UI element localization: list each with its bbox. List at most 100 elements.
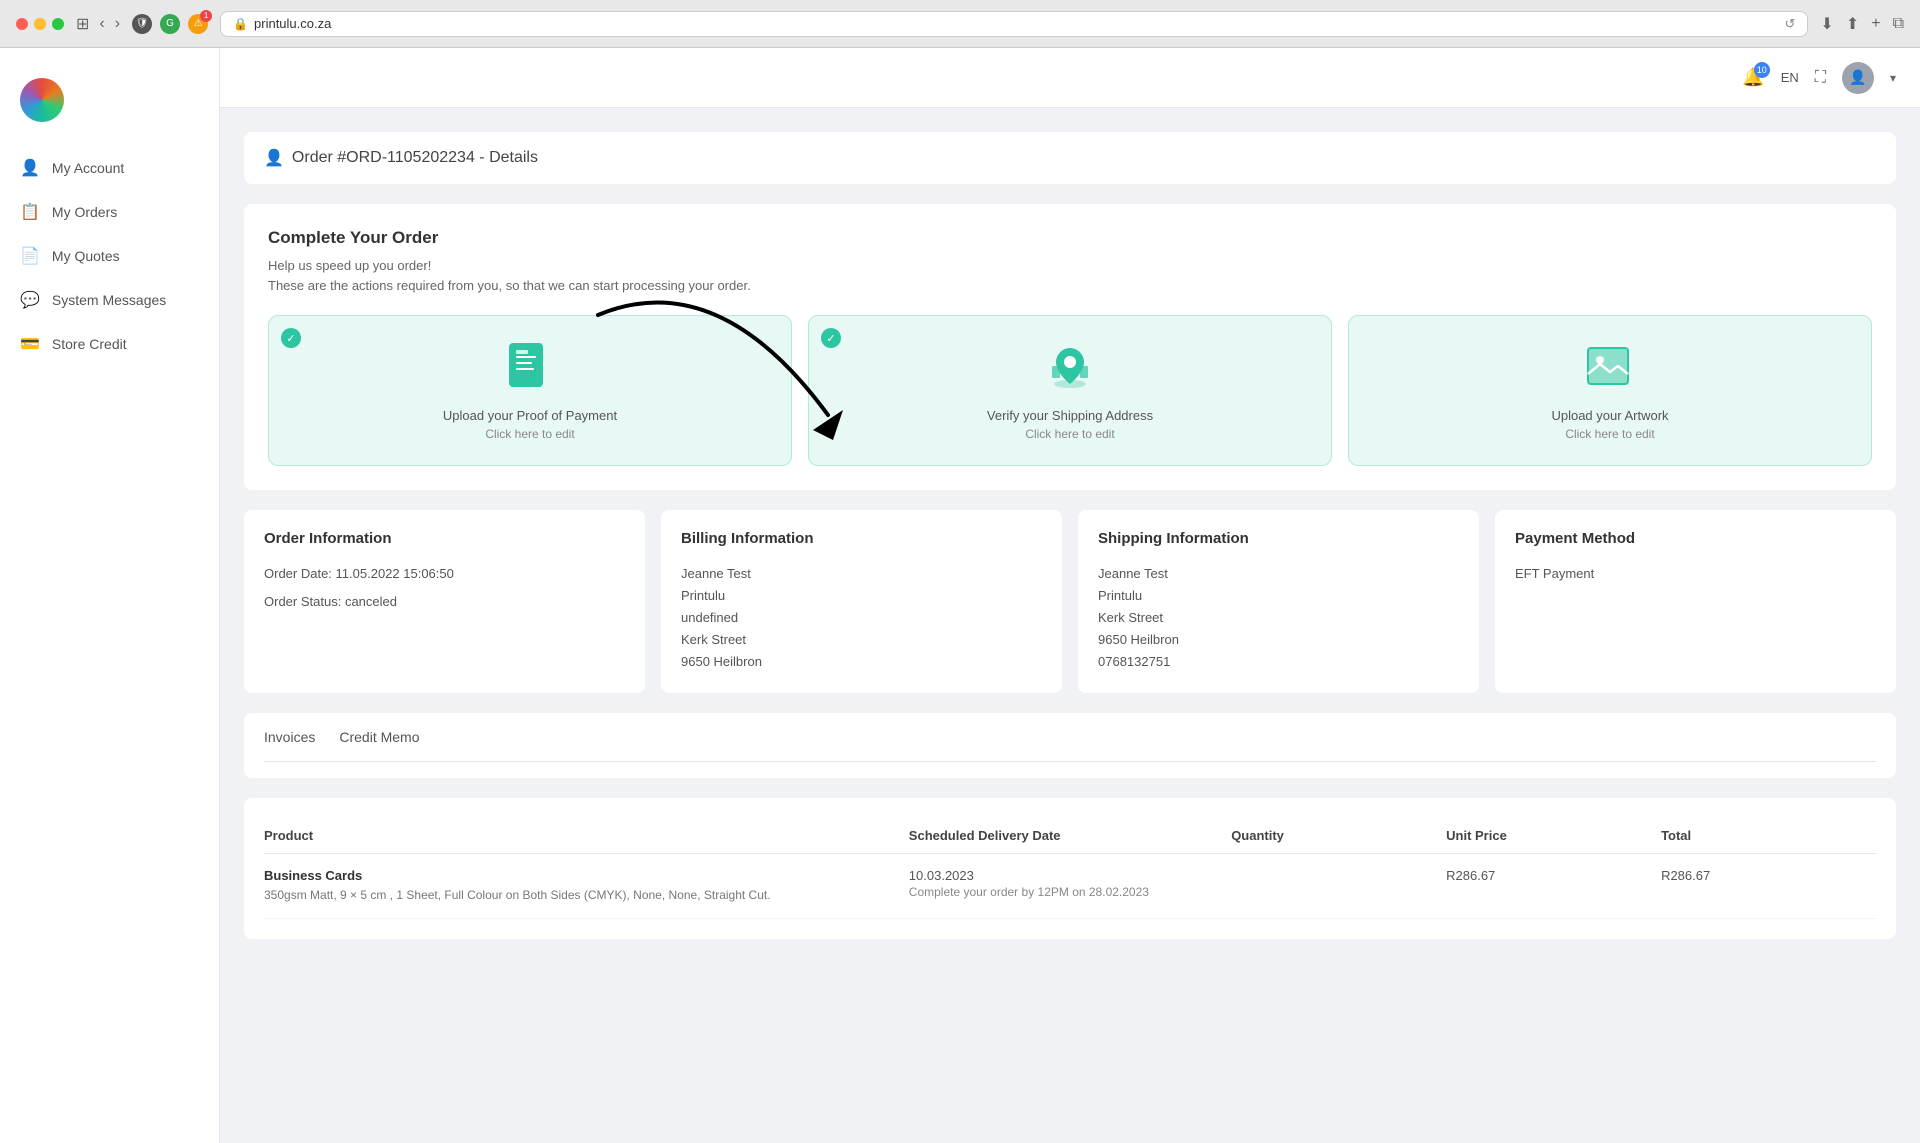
browser-nav-icons: ⊞ ‹ › [76,14,120,34]
back-icon[interactable]: ‹ [99,15,104,33]
shipping-name: Jeanne Test [1098,563,1459,585]
sidebar-item-label-messages: System Messages [52,292,166,308]
table-header: Product Scheduled Delivery Date Quantity… [264,818,1876,854]
row-total-cell: R286.67 [1661,868,1876,904]
shipping-city: 9650 Heilbron [1098,629,1459,651]
browser-chrome: ⊞ ‹ › 🛡 G ⚠ 1 🔒 printulu.co.za ↺ ⬇ ⬆ + ⧉ [0,0,1920,48]
extension-g-icon: G [160,14,180,34]
messages-icon: 💬 [20,290,40,310]
action-cards: ✓ Upload your Proof of Payment Click her [268,315,1872,466]
page-header: 👤 Order #ORD-1105202234 - Details [244,132,1896,184]
address-bar[interactable]: 🔒 printulu.co.za ↺ [220,11,1808,37]
proof-payment-icon [502,340,558,396]
check-icon-1: ✓ [281,328,301,348]
product-desc: 350gsm Matt, 9 × 5 cm , 1 Sheet, Full Co… [264,887,909,904]
extension-warning-icon: ⚠ 1 [188,14,208,34]
traffic-lights [16,18,64,30]
notification-bell[interactable]: 🔔 10 [1742,67,1764,88]
row-quantity-cell [1231,868,1446,904]
maximize-button[interactable] [52,18,64,30]
action-sublabel-1: Click here to edit [485,427,574,441]
action-label-1: Upload your Proof of Payment [443,408,617,423]
billing-info-title: Billing Information [681,530,1042,547]
fullscreen-icon[interactable]: ⛶ [1815,69,1826,87]
share-icon[interactable]: ⬆ [1846,14,1859,34]
row-unit-price-cell: R286.67 [1446,868,1661,904]
shipping-company: Printulu [1098,585,1459,607]
url-text: printulu.co.za [254,16,331,31]
action-label-3: Upload your Artwork [1551,408,1668,423]
forward-icon[interactable]: › [115,15,120,33]
download-icon[interactable]: ⬇ [1820,14,1833,34]
action-card-proof-of-payment[interactable]: ✓ Upload your Proof of Payment Click her [268,315,792,466]
user-menu-chevron[interactable]: ▾ [1890,71,1896,85]
subtitle-line2: These are the actions required from you,… [268,276,1872,296]
billing-address1: undefined [681,607,1042,629]
tabs-icon[interactable]: ⧉ [1893,15,1904,33]
tab-credit-memo[interactable]: Credit Memo [339,729,419,749]
sidebar-item-my-account[interactable]: 👤 My Account [0,146,219,190]
shipping-info-title: Shipping Information [1098,530,1459,547]
sidebar-item-label-orders: My Orders [52,204,117,220]
quotes-icon: 📄 [20,246,40,266]
action-cards-wrapper: ✓ Upload your Proof of Payment Click her [268,315,1872,466]
complete-order-subtitle: Help us speed up you order! These are th… [268,256,1872,295]
order-date: Order Date: 11.05.2022 15:06:50 [264,563,625,585]
page-title: Order #ORD-1105202234 - Details [292,149,538,167]
shipping-phone: 0768132751 [1098,651,1459,673]
avatar-icon: 👤 [1849,69,1866,86]
main-content: 🔔 10 EN ⛶ 👤 ▾ 👤 Order #ORD-1105202234 - … [220,48,1920,1143]
subtitle-line1: Help us speed up you order! [268,256,1872,276]
action-label-2: Verify your Shipping Address [987,408,1153,423]
tabs-list: Invoices Credit Memo [264,729,1876,762]
order-status-label: Order Status: [264,594,341,609]
browser-action-icons: ⬇ ⬆ + ⧉ [1820,14,1904,34]
action-sublabel-3: Click here to edit [1565,427,1654,441]
sidebar-item-my-orders[interactable]: 📋 My Orders [0,190,219,234]
extension-shield-icon: 🛡 [132,14,152,34]
app-layout: 👤 My Account 📋 My Orders 📄 My Quotes 💬 S… [0,48,1920,1143]
row-product-cell: Business Cards 350gsm Matt, 9 × 5 cm , 1… [264,868,909,904]
shipping-address: Kerk Street [1098,607,1459,629]
sidebar-item-system-messages[interactable]: 💬 System Messages [0,278,219,322]
order-date-value: 11.05.2022 15:06:50 [336,566,454,581]
topbar: 🔔 10 EN ⛶ 👤 ▾ [220,48,1920,108]
account-icon: 👤 [20,158,40,178]
lock-icon: 🔒 [233,17,248,31]
reload-icon[interactable]: ↺ [1785,16,1796,32]
tab-invoices[interactable]: Invoices [264,729,315,749]
order-person-icon: 👤 [264,148,284,168]
billing-address2: Kerk Street [681,629,1042,651]
table-row: Business Cards 350gsm Matt, 9 × 5 cm , 1… [264,854,1876,919]
avatar[interactable]: 👤 [1842,62,1874,94]
notification-badge: 10 [1754,62,1770,78]
sidebar-item-store-credit[interactable]: 💳 Store Credit [0,322,219,366]
action-sublabel-2: Click here to edit [1025,427,1114,441]
col-delivery-date: Scheduled Delivery Date [909,828,1231,843]
sidebar-item-label-quotes: My Quotes [52,248,120,264]
language-selector[interactable]: EN [1781,70,1799,85]
order-status: Order Status: canceled [264,591,625,613]
close-button[interactable] [16,18,28,30]
sidebar-toggle-icon[interactable]: ⊞ [76,14,89,34]
delivery-note: Complete your order by 12PM on 28.02.202… [909,885,1231,899]
printulu-logo [20,78,64,122]
action-card-shipping-address[interactable]: ✓ Verify your Shipping Address Click her… [808,315,1332,466]
order-date-label: Order Date: [264,566,332,581]
product-name: Business Cards [264,868,909,883]
payment-method-value: EFT Payment [1515,563,1876,585]
shipping-address-icon [1042,340,1098,396]
delivery-date: 10.03.2023 [909,868,1231,883]
credit-icon: 💳 [20,334,40,354]
tabs-section: Invoices Credit Memo [244,713,1896,778]
order-status-value: canceled [345,594,397,609]
row-delivery-cell: 10.03.2023 Complete your order by 12PM o… [909,868,1231,904]
sidebar-logo[interactable] [0,68,219,146]
billing-company: Printulu [681,585,1042,607]
col-total: Total [1661,828,1876,843]
minimize-button[interactable] [34,18,46,30]
sidebar-item-my-quotes[interactable]: 📄 My Quotes [0,234,219,278]
shipping-information-card: Shipping Information Jeanne Test Printul… [1078,510,1479,693]
action-card-artwork[interactable]: Upload your Artwork Click here to edit [1348,315,1872,466]
add-tab-icon[interactable]: + [1871,15,1880,33]
